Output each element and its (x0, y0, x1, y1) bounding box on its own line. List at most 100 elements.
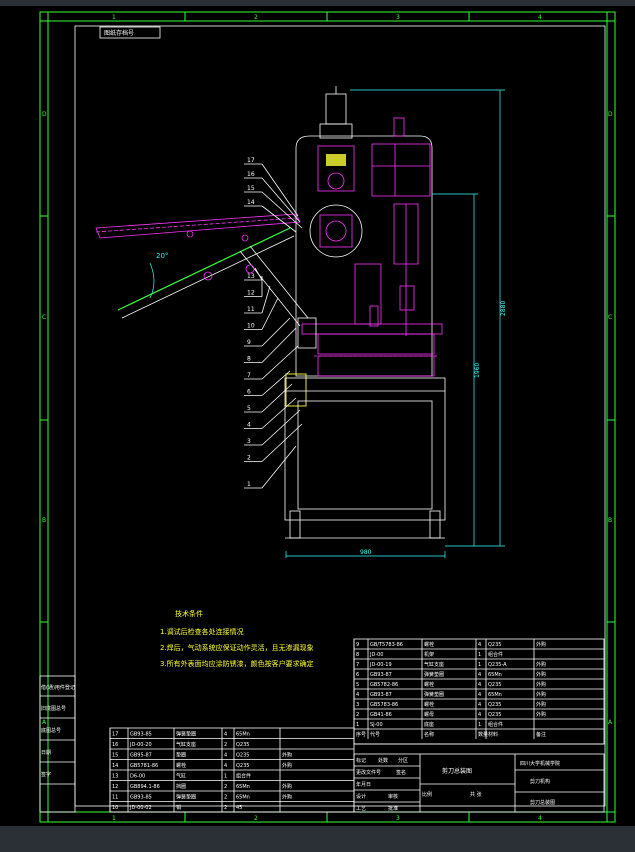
bom-cell-remark: 外购 (282, 794, 292, 801)
balloon-5: 5 (247, 405, 251, 412)
bom-cell-remark: 外购 (282, 752, 292, 759)
balloon-leader (254, 267, 263, 281)
bom-cell-name: 底座 (424, 721, 434, 728)
bom-cell-remark: 外购 (282, 783, 292, 790)
bom-table-left: 17 GB93-85 弹簧垫圈 4 65Mn 16 JD-00-20 气缸支座 2 Q235 15 G… (109, 727, 355, 813)
bom-cell-material: 组合件 (236, 773, 251, 780)
bom-cell-material: 组合件 (488, 721, 503, 728)
bom-cell-code: SJ-00 (370, 722, 383, 728)
strip-label-4: 日期 (41, 750, 51, 756)
balloon-2: 2 (247, 455, 251, 462)
zone-right-c: C (608, 314, 612, 321)
bom-header-material: 材料 (488, 731, 498, 738)
zone-top-3: 3 (396, 14, 400, 21)
zone-top-2: 2 (254, 14, 258, 21)
dim-overall-height: 2880 (500, 301, 507, 316)
note-line-3: 3.所有外表面均应涂防锈漆，颜色按客户要求确定 (160, 659, 314, 668)
bom-table-right: 9 GB/T5783-86 螺栓 4 Q235 外购 8 JD-00 机架 1 组合件 7 JD-00-… (353, 638, 605, 745)
cad-drawing: 1 2 3 4 1 2 3 4 D C B A D C B A 图纸存档号 20… (39, 11, 616, 823)
dim-width: 980 (360, 549, 372, 556)
bom-cell-name: 气缸支座 (176, 741, 196, 748)
left-record-strip: 借(通)用件登记 旧底图总号 底图总号 日期 签字 (39, 675, 76, 813)
bom-cell-qty: 2 (224, 784, 227, 790)
bom-header-no: 序号 (356, 731, 366, 738)
bom-cell-name: 弹簧垫圈 (424, 671, 444, 678)
bom-cell-qty: 1 (478, 652, 481, 658)
outer-frame (39, 11, 616, 823)
inclined-arm (117, 227, 291, 311)
zone-left-b: B (42, 517, 46, 524)
bom-cell-no: 10 (112, 805, 118, 811)
balloon-13: 13 (247, 273, 255, 280)
bom-cell-no: 7 (356, 662, 359, 668)
balloon-4: 4 (247, 422, 251, 429)
bom-cell-material: 65Mn (236, 795, 250, 801)
bom-cell-no: 2 (356, 712, 359, 718)
bom-header-code: 代号 (370, 731, 380, 738)
note-line-1: 1.调试后检查各处连接情况 (160, 627, 244, 636)
clamp-block (317, 145, 355, 192)
tb-label-review: 审核 (388, 793, 398, 800)
bom-cell-name: 垫圈 (176, 752, 186, 759)
doc-title: 剪刀总装图 (530, 799, 555, 806)
bom-cell-remark: 外购 (536, 691, 546, 698)
bom-cell-material: 45 (236, 805, 242, 811)
balloon-leader (261, 445, 297, 489)
zone-left-d: D (42, 111, 47, 118)
balloon-leader (261, 205, 297, 233)
bom-cell-material: 65Mn (488, 692, 502, 698)
tb-label-change: 更改文件号 (356, 769, 381, 776)
tb-label-date: 年月日 (356, 781, 371, 788)
tb-label-design: 设计 (356, 793, 366, 800)
bom-cell-code: GB894.1-86 (130, 784, 160, 790)
company-name: 四川大学机械学院 (520, 760, 560, 767)
bom-cell-no: 15 (112, 753, 118, 759)
bom-cell-qty: 4 (478, 712, 481, 718)
bom-cell-remark: 外购 (536, 681, 546, 688)
bom-cell-qty: 4 (478, 692, 481, 698)
bom-cell-qty: 4 (478, 672, 481, 678)
note-line-2: 2.焊后，气动系统应保证动作灵活，且无渗漏现象 (160, 643, 314, 652)
bom-cell-material: 65Mn (236, 732, 250, 738)
bom-cell-qty: 1 (224, 774, 227, 780)
bom-cell-code: GB5782-86 (370, 682, 398, 688)
drawing-name: 剪刀总装图 (442, 767, 472, 775)
balloon-leader (261, 285, 271, 314)
bom-cell-material: Q235 (488, 682, 501, 688)
bom-header-qty: 数量 (478, 731, 488, 738)
balloon-leader (261, 409, 301, 446)
title-subtitle: 剪刀机构 (530, 778, 550, 785)
bom-cell-code: GB5783-86 (370, 702, 398, 708)
zone-right-d: D (608, 111, 613, 118)
zone-bottom-3: 3 (396, 815, 400, 822)
balloon-12: 12 (247, 290, 255, 297)
bom-cell-no: 17 (112, 732, 118, 738)
bom-cell-code: GB93-85 (130, 795, 152, 801)
right-mechanism (371, 143, 431, 197)
bom-cell-name: 螺栓 (424, 701, 434, 708)
tb-label-sign: 签名 (396, 769, 406, 776)
bom-cell-remark: 外购 (536, 711, 546, 718)
archive-stamp-label: 图纸存档号 (104, 29, 134, 37)
cutter-hub (319, 214, 353, 248)
balloon-1: 1 (247, 481, 251, 488)
balloon-leader (261, 327, 297, 363)
yellow-plate (326, 154, 346, 166)
bom-cell-remark: 外购 (282, 762, 292, 769)
bom-cell-remark: 外购 (536, 701, 546, 708)
bom-cell-remark: 外购 (536, 671, 546, 678)
tb-label-sheet: 共 张 (470, 791, 482, 798)
bom-cell-code: JD-00-19 (369, 662, 392, 668)
viewer-bottom-bar (0, 826, 635, 852)
bom-cell-material: Q235 (236, 742, 249, 748)
bom-cell-material: 65Mn (488, 672, 502, 678)
bom-cell-name: 螺栓 (176, 762, 186, 769)
bom-cell-name: 机架 (424, 651, 434, 658)
tb-label-scale: 比例 (422, 791, 432, 798)
feed-table (95, 213, 301, 239)
zone-left-c: C (42, 314, 46, 321)
tb-label-mark: 标记 (356, 757, 366, 764)
bom-cell-no: 14 (112, 763, 118, 769)
balloon-7: 7 (247, 372, 251, 379)
balloon-8: 8 (247, 356, 251, 363)
